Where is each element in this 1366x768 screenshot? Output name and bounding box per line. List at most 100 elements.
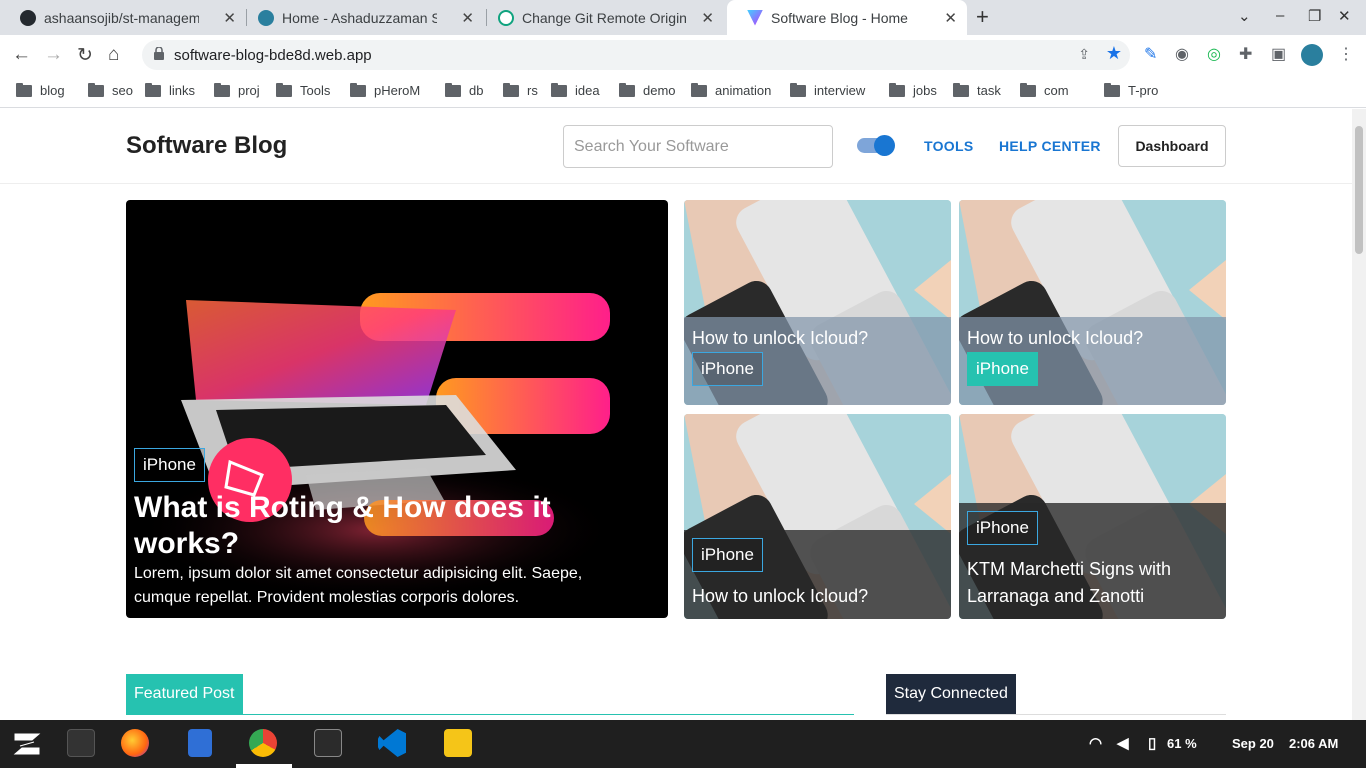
bookmark-pherom[interactable]: pHeroM bbox=[350, 82, 421, 98]
page-scrollbar[interactable] bbox=[1352, 109, 1366, 720]
card-title[interactable]: How to unlock Icloud? bbox=[692, 325, 868, 352]
bookmark-label: T-pro bbox=[1128, 83, 1159, 98]
divider bbox=[886, 714, 1226, 715]
minimize-icon[interactable]: – bbox=[1276, 7, 1284, 24]
bookmark-interview[interactable]: interview bbox=[790, 82, 865, 98]
battery-icon[interactable]: ▯ bbox=[1148, 734, 1156, 752]
scrollbar-thumb[interactable] bbox=[1355, 126, 1363, 254]
hero-tag[interactable]: iPhone bbox=[134, 448, 205, 482]
date-text[interactable]: Sep 20 bbox=[1232, 736, 1274, 751]
card-title[interactable]: How to unlock Icloud? bbox=[967, 325, 1143, 352]
bookmark-tools[interactable]: Tools bbox=[276, 82, 330, 98]
vscode-icon[interactable] bbox=[378, 729, 406, 757]
bookmark-db[interactable]: db bbox=[445, 82, 483, 98]
puzzle-icon[interactable]: ✚ bbox=[1239, 44, 1252, 64]
extension-circle-icon[interactable]: ◎ bbox=[1207, 44, 1221, 64]
bookmark-label: links bbox=[169, 83, 196, 98]
card-title[interactable]: KTM Marchetti Signs with Larranaga and Z… bbox=[967, 556, 1217, 610]
tab-title: ashaansojib/st-managemen bbox=[44, 9, 199, 26]
window-close-icon[interactable]: ✕ bbox=[1338, 7, 1351, 25]
featured-post-heading: Featured Post bbox=[126, 674, 243, 714]
notes-icon[interactable] bbox=[444, 729, 472, 757]
back-icon[interactable]: ← bbox=[12, 44, 31, 66]
hero-post[interactable]: iPhone What is Roting & How does it work… bbox=[126, 200, 668, 618]
nav-help-center[interactable]: HELP CENTER bbox=[999, 138, 1101, 154]
site-brand[interactable]: Software Blog bbox=[126, 132, 287, 160]
bookmark-star-icon[interactable]: ★ bbox=[1106, 43, 1122, 64]
card-tag[interactable]: iPhone bbox=[692, 352, 763, 386]
new-tab-button[interactable]: + bbox=[976, 4, 989, 30]
bookmark-com[interactable]: com bbox=[1020, 82, 1069, 98]
theme-toggle[interactable] bbox=[857, 135, 895, 156]
firefox-icon[interactable] bbox=[121, 729, 149, 757]
bookmark-proj[interactable]: proj bbox=[214, 82, 260, 98]
bookmark-blog[interactable]: blog bbox=[16, 82, 65, 98]
bookmark-label: pHeroM bbox=[374, 83, 421, 98]
search-input[interactable] bbox=[563, 125, 833, 168]
folder-icon bbox=[16, 82, 32, 97]
nav-tools[interactable]: TOOLS bbox=[924, 138, 973, 154]
folder-icon bbox=[691, 82, 707, 97]
folder-icon bbox=[953, 82, 969, 97]
hero-title[interactable]: What is Roting & How does it works? bbox=[134, 490, 594, 562]
close-icon[interactable]: ✕ bbox=[223, 9, 236, 27]
share-icon[interactable]: ⇪ bbox=[1078, 46, 1090, 63]
time-text[interactable]: 2:06 AM bbox=[1289, 736, 1338, 751]
bookmark-task[interactable]: task bbox=[953, 82, 1001, 98]
folder-icon bbox=[276, 82, 292, 97]
zorin-menu-icon[interactable] bbox=[12, 730, 42, 758]
restore-icon[interactable]: ❐ bbox=[1308, 7, 1321, 25]
chevron-down-icon[interactable]: ⌄ bbox=[1238, 7, 1251, 25]
folder-icon bbox=[145, 82, 161, 97]
bookmark-demo[interactable]: demo bbox=[619, 82, 676, 98]
post-card[interactable]: iPhone KTM Marchetti Signs with Larranag… bbox=[959, 414, 1226, 619]
bookmark-label: rs bbox=[527, 83, 538, 98]
bookmark-idea[interactable]: idea bbox=[551, 82, 600, 98]
bookmark-links[interactable]: links bbox=[145, 82, 196, 98]
post-card[interactable]: How to unlock Icloud? iPhone bbox=[959, 200, 1226, 405]
tab-git-remote[interactable]: Change Git Remote Origin ✕ bbox=[478, 0, 724, 35]
pen-icon[interactable]: ✎ bbox=[1144, 44, 1157, 64]
bookmark-jobs[interactable]: jobs bbox=[889, 82, 937, 98]
card-title[interactable]: How to unlock Icloud? bbox=[692, 583, 868, 610]
sidepanel-icon[interactable]: ▣ bbox=[1271, 44, 1286, 64]
profile-avatar[interactable] bbox=[1301, 44, 1323, 66]
forward-icon[interactable]: → bbox=[44, 44, 63, 66]
card-tag[interactable]: iPhone bbox=[692, 538, 763, 572]
hero-description: Lorem, ipsum dolor sit amet consectetur … bbox=[134, 565, 583, 606]
dashboard-button[interactable]: Dashboard bbox=[1118, 125, 1226, 167]
tab-software-blog[interactable]: Software Blog - Home ✕ bbox=[727, 0, 967, 35]
bookmark-seo[interactable]: seo bbox=[88, 82, 133, 98]
tab-home[interactable]: Home - Ashaduzzaman Soj ✕ bbox=[238, 0, 484, 35]
tab-github[interactable]: ashaansojib/st-managemen ✕ bbox=[0, 0, 246, 35]
bookmark-animation[interactable]: animation bbox=[691, 82, 771, 98]
url-text[interactable]: software-blog-bde8d.web.app bbox=[174, 47, 372, 64]
menu-icon[interactable]: ⋮ bbox=[1338, 44, 1354, 64]
bookmark-label: jobs bbox=[913, 83, 937, 98]
bookmark-label: task bbox=[977, 83, 1001, 98]
battery-percent[interactable]: 61 % bbox=[1167, 736, 1197, 751]
camera-icon[interactable]: ◉ bbox=[1175, 44, 1189, 64]
post-card[interactable]: iPhone How to unlock Icloud? bbox=[684, 414, 951, 619]
workspace-icon[interactable] bbox=[67, 729, 95, 757]
bookmark-t-pro[interactable]: T-pro bbox=[1104, 82, 1159, 98]
close-icon[interactable]: ✕ bbox=[461, 9, 474, 27]
post-card[interactable]: How to unlock Icloud? iPhone bbox=[684, 200, 951, 405]
bookmark-rs[interactable]: rs bbox=[503, 82, 538, 98]
volume-icon[interactable]: ◀ bbox=[1117, 734, 1129, 752]
divider bbox=[126, 714, 854, 715]
close-icon[interactable]: ✕ bbox=[944, 9, 957, 27]
close-icon[interactable]: ✕ bbox=[701, 9, 714, 27]
browser-toolbar: ← → ↻ ⌂ software-blog-bde8d.web.app ⇪ ★ … bbox=[0, 35, 1366, 75]
card-tag[interactable]: iPhone bbox=[967, 511, 1038, 545]
card-tag[interactable]: iPhone bbox=[967, 352, 1038, 386]
home-icon[interactable]: ⌂ bbox=[108, 44, 119, 66]
address-bar[interactable]: software-blog-bde8d.web.app ⇪ ★ bbox=[142, 40, 1130, 70]
chrome-icon[interactable] bbox=[249, 729, 277, 757]
terminal-icon[interactable] bbox=[314, 729, 342, 757]
files-icon[interactable] bbox=[188, 729, 212, 757]
wifi-icon[interactable]: ◠ bbox=[1089, 734, 1102, 752]
site-header: Software Blog TOOLS HELP CENTER Dashboar… bbox=[0, 109, 1352, 184]
reload-icon[interactable]: ↻ bbox=[77, 44, 93, 67]
vite-icon bbox=[747, 9, 763, 26]
